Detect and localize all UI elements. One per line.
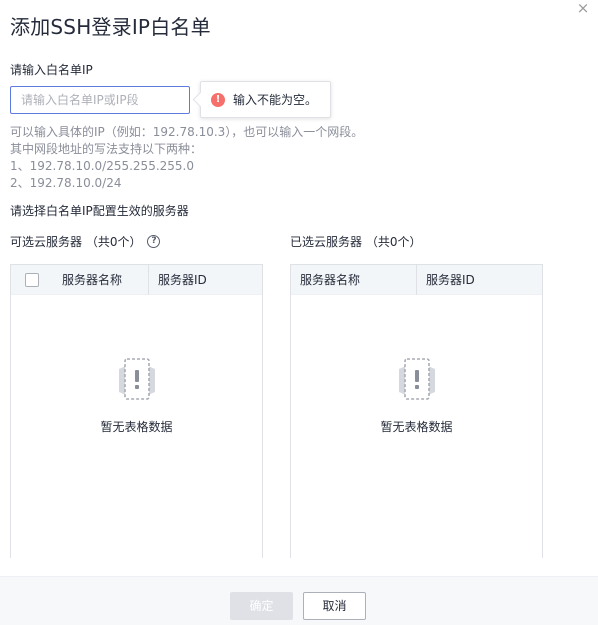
column-server-name[interactable]: 服务器名称 (291, 265, 416, 295)
cancel-button[interactable]: 取消 (303, 592, 366, 620)
error-tooltip-text: 输入不能为空。 (233, 93, 318, 107)
empty-state-text: 暂无表格数据 (380, 420, 453, 434)
empty-table-icon (118, 358, 155, 400)
table-header: 服务器名称 服务器ID (11, 264, 262, 295)
hint-line: 1、192.78.10.0/255.255.255.0 (10, 159, 194, 173)
available-servers-label: 可选云服务器 （共0个） ? (10, 233, 161, 250)
column-server-id[interactable]: 服务器ID (416, 264, 542, 295)
empty-state-text: 暂无表格数据 (100, 420, 173, 434)
empty-state: 暂无表格数据 (11, 355, 262, 435)
error-tooltip: ! 输入不能为空。 (200, 81, 331, 118)
confirm-button[interactable]: 确定 (230, 592, 293, 620)
selected-servers-table: 服务器名称 服务器ID 暂无表格数据 (290, 264, 543, 558)
hint-line: 可以输入具体的IP（例如：192.78.10.3），也可以输入一个网段。 (10, 125, 364, 139)
whitelist-ip-label: 请输入白名单IP (10, 63, 93, 77)
help-circle-icon[interactable]: ? (147, 235, 161, 248)
dialog-title: 添加SSH登录IP白名单 (10, 15, 211, 39)
close-icon[interactable]: × (576, 1, 590, 16)
hint-line: 2、192.78.10.0/24 (10, 176, 122, 190)
empty-table-icon (398, 358, 435, 400)
selected-servers-label-text: 已选云服务器 （共0个） (290, 235, 422, 249)
select-all-checkbox[interactable] (25, 272, 39, 287)
available-servers-table: 服务器名称 服务器ID 暂无表格数据 (10, 264, 263, 558)
error-circle-icon: ! (211, 92, 225, 107)
table-header: 服务器名称 服务器ID (291, 264, 542, 295)
whitelist-ip-input[interactable] (10, 86, 190, 114)
column-server-id[interactable]: 服务器ID (148, 264, 262, 295)
available-servers-label-text: 可选云服务器 （共0个） (10, 235, 142, 249)
selected-servers-label: 已选云服务器 （共0个） (290, 233, 421, 250)
column-server-name[interactable]: 服务器名称 (53, 265, 148, 295)
empty-state: 暂无表格数据 (291, 355, 542, 435)
hint-line: 其中网段地址的写法支持以下两种： (10, 142, 203, 156)
select-all-cell (11, 265, 53, 295)
server-section-label: 请选择白名单IP配置生效的服务器 (10, 204, 189, 218)
dialog-footer: 确定 取消 (0, 576, 598, 625)
